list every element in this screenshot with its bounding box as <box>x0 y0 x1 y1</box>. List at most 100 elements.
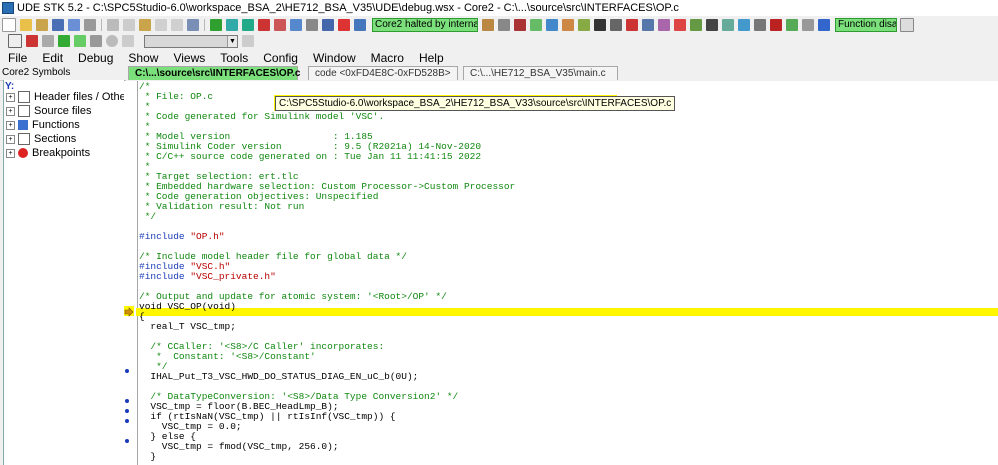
stop-icon[interactable] <box>770 19 782 31</box>
tab-op-c[interactable]: C:\...\source\src\INTERFACES\OP.c <box>128 66 300 80</box>
reset-icon[interactable] <box>290 19 302 31</box>
paste-icon[interactable] <box>139 19 151 31</box>
target-select[interactable]: ▼ <box>144 34 238 48</box>
profiler-icon[interactable] <box>578 19 590 31</box>
tools-icon[interactable] <box>26 35 38 47</box>
export-icon[interactable] <box>58 35 70 47</box>
record-icon[interactable] <box>106 35 118 47</box>
settings-icon[interactable] <box>802 19 814 31</box>
animate-icon[interactable] <box>306 19 318 31</box>
step-out-icon[interactable] <box>258 19 270 31</box>
code-string: "VSC_private.h" <box>190 271 276 282</box>
menu-edit[interactable]: Edit <box>34 51 70 65</box>
chevron-down-icon[interactable]: ▼ <box>227 35 237 47</box>
script-icon[interactable] <box>690 19 702 31</box>
menu-views[interactable]: Views <box>165 51 212 65</box>
code-line[interactable]: */ <box>139 212 156 222</box>
import-icon[interactable] <box>74 35 86 47</box>
graph-icon[interactable] <box>738 19 750 31</box>
help-icon[interactable] <box>818 19 830 31</box>
tab-main-c[interactable]: C:\...\HE712_BSA_V35\main.c <box>463 66 618 80</box>
menu-config[interactable]: Config <box>255 51 305 65</box>
menu-debug[interactable]: Debug <box>70 51 120 65</box>
monitor-icon[interactable] <box>754 19 766 31</box>
refresh-icon[interactable] <box>786 19 798 31</box>
code-line[interactable]: IHAL_Put_T3_VSC_HWD_DO_STATUS_DIAG_EN_uC… <box>139 372 418 382</box>
breakpoint-list-icon[interactable] <box>674 19 686 31</box>
expand-icon[interactable]: + <box>6 148 15 158</box>
tree-node-functions[interactable]: + Functions <box>6 118 129 132</box>
code-line[interactable]: * Code generated for Simulink model 'VSC… <box>139 112 384 122</box>
copy-icon[interactable] <box>123 19 135 31</box>
break-icon[interactable] <box>274 19 286 31</box>
terminal-icon[interactable] <box>594 19 606 31</box>
code-line[interactable]: real_T VSC_tmp; <box>139 322 236 332</box>
tree-node-sections[interactable]: + Sections <box>6 132 129 146</box>
code-line[interactable]: * Validation result: Not run <box>139 202 305 212</box>
tree-node-source-files[interactable]: + Source files <box>6 104 129 118</box>
code-line[interactable]: void VSC_OP(void) <box>139 302 236 312</box>
breakpoint-marker[interactable] <box>125 399 129 403</box>
menu-file[interactable]: File <box>0 51 34 65</box>
tree-node-header-files[interactable]: + Header files / Other <box>6 90 129 104</box>
code-line[interactable]: * C/C++ source code generated on : Tue J… <box>139 152 481 162</box>
save-icon[interactable] <box>52 19 64 31</box>
apply-icon[interactable] <box>242 35 254 47</box>
menu-show[interactable]: Show <box>120 51 165 65</box>
frame-icon[interactable] <box>8 34 22 48</box>
redo-icon[interactable] <box>171 19 183 31</box>
watch-icon[interactable] <box>514 19 526 31</box>
peripheral-icon[interactable] <box>610 19 622 31</box>
find-icon[interactable] <box>187 19 199 31</box>
flash-icon[interactable] <box>626 19 638 31</box>
breakpoint-marker[interactable] <box>125 369 129 373</box>
expand-icon[interactable]: + <box>6 134 15 144</box>
close-icon[interactable] <box>42 35 54 47</box>
step-icon[interactable] <box>322 19 334 31</box>
menu-window[interactable]: Window <box>305 51 363 65</box>
expand-icon[interactable]: + <box>6 92 15 102</box>
function-status-indicator: Function disable <box>835 18 897 32</box>
step-over-icon[interactable] <box>226 19 238 31</box>
console-icon[interactable] <box>706 19 718 31</box>
window-icon[interactable] <box>900 18 914 32</box>
breakpoint-marker[interactable] <box>125 419 129 423</box>
cut-icon[interactable] <box>107 19 119 31</box>
recent-files-icon[interactable] <box>36 19 48 31</box>
menu-help[interactable]: Help <box>411 51 451 65</box>
layout-icon[interactable] <box>90 35 102 47</box>
run-icon[interactable] <box>210 19 222 31</box>
expand-icon[interactable]: + <box>6 106 15 116</box>
target-icon[interactable] <box>354 19 366 31</box>
new-file-icon[interactable] <box>2 18 16 32</box>
memory-icon[interactable] <box>482 19 494 31</box>
breakpoint-marker[interactable] <box>125 439 129 443</box>
tab-code-range[interactable]: code <0xFD4E8C-0xFD528B> <box>308 66 458 80</box>
register-icon[interactable] <box>498 19 510 31</box>
blank-icon[interactable] <box>122 35 134 47</box>
open-folder-icon[interactable] <box>20 19 32 31</box>
code-line[interactable]: #include "VSC_private.h" <box>139 272 276 282</box>
variables-icon[interactable] <box>722 19 734 31</box>
menu-tools[interactable]: Tools <box>212 51 255 65</box>
print-icon[interactable] <box>84 19 96 31</box>
locals-icon[interactable] <box>530 19 542 31</box>
breakpoint-marker[interactable] <box>125 409 129 413</box>
symbols-icon[interactable] <box>658 19 670 31</box>
toolbar-main: Core2 halted by internal bre Function di… <box>0 17 998 33</box>
step-into-icon[interactable] <box>242 19 254 31</box>
halt-icon[interactable] <box>338 19 350 31</box>
execution-pointer-icon <box>124 306 134 317</box>
code-line[interactable]: #include "OP.h" <box>139 232 225 242</box>
trace-icon[interactable] <box>562 19 574 31</box>
code-line[interactable]: } <box>139 452 156 462</box>
editor-gutter[interactable] <box>124 81 137 465</box>
undo-icon[interactable] <box>155 19 167 31</box>
save-all-icon[interactable] <box>68 19 80 31</box>
callstack-icon[interactable] <box>546 19 558 31</box>
disasm-icon[interactable] <box>642 19 654 31</box>
code-line[interactable]: VSC_tmp = fmod(VSC_tmp, 256.0); <box>139 442 339 452</box>
menu-macro[interactable]: Macro <box>363 51 411 65</box>
tree-node-breakpoints[interactable]: + Breakpoints <box>6 146 129 160</box>
expand-icon[interactable]: + <box>6 120 15 130</box>
